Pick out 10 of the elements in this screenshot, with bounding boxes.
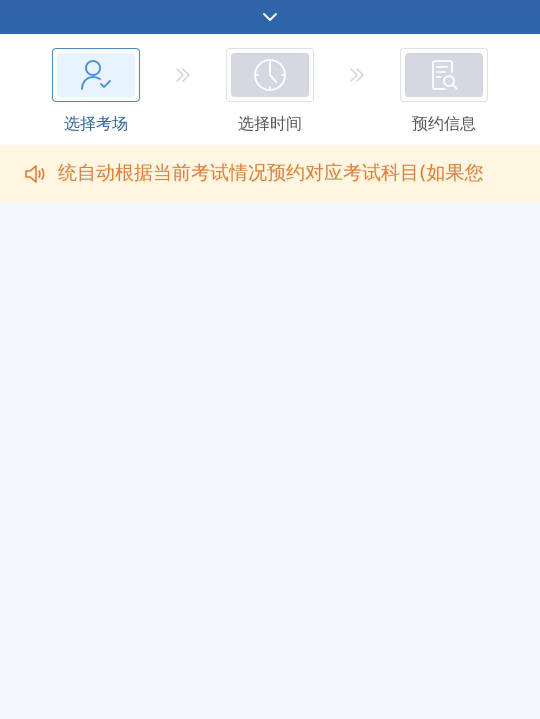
chevron-down-icon[interactable] bbox=[262, 12, 278, 22]
double-chevron-icon bbox=[174, 66, 192, 84]
notice-text: 统自动根据当前考试情况预约对应考试科目(如果您 bbox=[58, 161, 484, 186]
step-label: 预约信息 bbox=[412, 113, 476, 135]
step-tile[interactable] bbox=[52, 48, 140, 102]
double-chevron-icon bbox=[348, 66, 366, 84]
clock-icon bbox=[253, 58, 287, 92]
step-label: 选择考场 bbox=[64, 113, 128, 135]
step-label: 选择时间 bbox=[238, 113, 302, 135]
user-check-icon bbox=[79, 58, 113, 92]
